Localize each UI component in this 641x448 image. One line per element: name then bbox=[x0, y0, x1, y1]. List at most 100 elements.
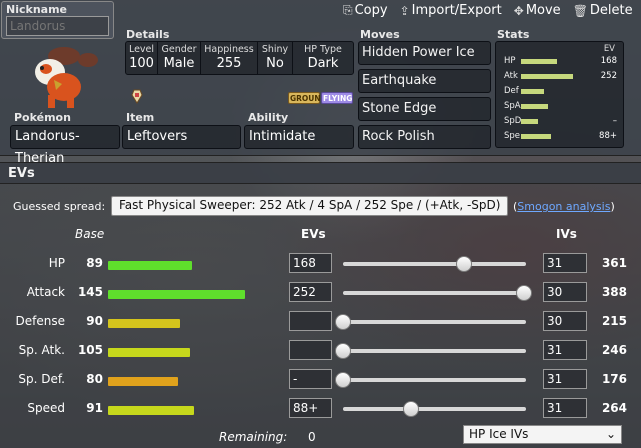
stat-ev-input[interactable] bbox=[289, 340, 332, 360]
stat-summary-ev: 252 bbox=[600, 71, 617, 81]
moves-heading: Moves bbox=[360, 28, 400, 41]
slider-handle[interactable] bbox=[335, 372, 351, 388]
happiness-cell: Happiness 255 bbox=[201, 42, 258, 74]
move-slot-1[interactable]: Hidden Power Ice bbox=[358, 41, 491, 65]
stat-base-value: 145 bbox=[77, 285, 103, 299]
stat-base-bar bbox=[108, 377, 178, 386]
stat-summary-name: Spe bbox=[504, 131, 521, 141]
slider-handle[interactable] bbox=[402, 401, 419, 417]
stat-base-value: 80 bbox=[86, 372, 103, 386]
stat-iv-input[interactable]: 30 bbox=[543, 311, 587, 331]
ability-label: Ability bbox=[248, 111, 289, 124]
stat-summary-bar bbox=[521, 134, 551, 139]
stat-total: 264 bbox=[601, 401, 627, 415]
stat-ev-slider[interactable] bbox=[343, 285, 533, 301]
stat-summary-bar bbox=[521, 104, 548, 109]
import-export-button[interactable]: ⇪ Import/Export bbox=[400, 3, 502, 18]
stat-summary-name: SpA bbox=[504, 101, 521, 111]
ability-field[interactable]: Intimidate bbox=[244, 125, 354, 149]
item-label: Item bbox=[126, 111, 155, 124]
stat-name: Speed bbox=[27, 401, 65, 415]
happiness-value: 255 bbox=[216, 56, 242, 71]
stat-summary-ev: 168 bbox=[600, 56, 617, 66]
stat-total: 361 bbox=[601, 256, 627, 270]
stat-summary-bar bbox=[521, 119, 539, 124]
move-button[interactable]: ✥ Move bbox=[514, 3, 561, 18]
stat-ev-slider[interactable] bbox=[343, 256, 526, 272]
stat-iv-input[interactable]: 31 bbox=[543, 398, 587, 418]
guessed-spread-dropdown[interactable]: Fast Physical Sweeper: 252 Atk / 4 SpA /… bbox=[111, 196, 508, 216]
stat-summary-row: SpD – bbox=[496, 116, 625, 127]
stat-ev-input[interactable]: 168 bbox=[289, 253, 332, 273]
stat-summary-name: HP bbox=[504, 56, 516, 66]
smogon-analysis-link[interactable]: Smogon analysis bbox=[517, 200, 610, 213]
stat-ev-slider[interactable] bbox=[343, 401, 526, 417]
stat-summary-name: Def bbox=[504, 86, 519, 96]
stat-ev-input[interactable] bbox=[289, 311, 332, 331]
stat-ev-slider[interactable] bbox=[335, 372, 526, 388]
pokemon-field[interactable]: Landorus-Therian bbox=[10, 125, 120, 166]
stat-iv-input[interactable]: 31 bbox=[543, 253, 587, 273]
stat-iv-input[interactable]: 30 bbox=[543, 282, 587, 302]
stat-summary-ev: 88+ bbox=[599, 131, 617, 141]
stat-ev-slider[interactable] bbox=[335, 314, 526, 330]
set-toolbar: ⎘ Copy ⇪ Import/Export ✥ Move 🗑 Delete bbox=[343, 3, 633, 18]
stat-summary-bar bbox=[521, 74, 574, 79]
nickname-box: Nickname bbox=[1, 1, 114, 39]
item-field[interactable]: Leftovers bbox=[122, 125, 241, 149]
stat-base-value: 90 bbox=[86, 314, 103, 328]
slider-handle[interactable] bbox=[335, 314, 351, 330]
stat-base-value: 89 bbox=[86, 256, 103, 270]
base-column-heading: Base bbox=[75, 227, 105, 241]
stat-ev-slider[interactable] bbox=[335, 343, 526, 359]
stat-base-bar bbox=[108, 319, 180, 328]
evs-editor: Guessed spread: Fast Physical Sweeper: 2… bbox=[0, 184, 641, 448]
ivs-column-heading: IVs bbox=[556, 227, 577, 241]
stat-iv-input[interactable]: 31 bbox=[543, 340, 587, 360]
delete-button[interactable]: 🗑 Delete bbox=[573, 3, 633, 18]
stat-base-value: 91 bbox=[86, 401, 103, 415]
stat-base-bar bbox=[108, 261, 192, 270]
move-slot-2[interactable]: Earthquake bbox=[358, 69, 491, 93]
pokemon-label: Pokémon bbox=[14, 111, 71, 124]
nickname-label: Nickname bbox=[6, 3, 67, 16]
stat-ev-input[interactable]: - bbox=[289, 369, 332, 389]
slider-handle[interactable] bbox=[516, 285, 533, 301]
stat-row: Attack 145 252 30 388 bbox=[0, 279, 641, 307]
move-slot-4[interactable]: Rock Polish bbox=[358, 125, 491, 149]
guessed-spread-label: Guessed spread: bbox=[13, 200, 106, 213]
stat-summary-row: SpA bbox=[496, 101, 625, 112]
upload-icon: ⇪ bbox=[399, 3, 410, 18]
stat-name: Sp. Def. bbox=[18, 372, 65, 386]
stat-total: 246 bbox=[601, 343, 627, 357]
slider-handle[interactable] bbox=[335, 343, 351, 359]
stat-ev-input[interactable]: 252 bbox=[289, 282, 332, 302]
type-flying-badge: FLYING bbox=[321, 92, 353, 104]
gender-value: Male bbox=[163, 56, 195, 71]
type-ground-badge: GROUND bbox=[288, 92, 327, 104]
stat-summary-row: Atk 252 bbox=[496, 71, 625, 82]
stat-iv-input[interactable]: 31 bbox=[543, 369, 587, 389]
stat-ev-input[interactable]: 88+ bbox=[289, 398, 332, 418]
slider-handle[interactable] bbox=[455, 256, 472, 272]
remaining-label: Remaining: bbox=[219, 430, 288, 444]
trash-icon: 🗑 bbox=[572, 3, 588, 18]
nickname-input[interactable] bbox=[6, 16, 109, 36]
details-box[interactable]: Level 100 Gender Male Happiness 255 Shin… bbox=[125, 41, 354, 75]
shiny-cell: Shiny No bbox=[258, 42, 293, 74]
stat-base-bar bbox=[108, 290, 245, 299]
move-slot-3[interactable]: Stone Edge bbox=[358, 97, 491, 121]
copy-button[interactable]: ⎘ Copy bbox=[343, 3, 388, 18]
level-value: 100 bbox=[129, 56, 154, 71]
chevron-down-icon: ⌄ bbox=[605, 427, 616, 441]
stat-row: Defense 90 30 215 bbox=[0, 308, 641, 336]
stat-total: 388 bbox=[601, 285, 627, 299]
stats-summary-box[interactable]: EV HP 168 Atk 252 Def SpA SpD – Spe 88+ bbox=[495, 41, 624, 148]
hp-type-value: Dark bbox=[307, 56, 339, 71]
evs-column-heading: EVs bbox=[301, 227, 326, 241]
stat-base-bar bbox=[108, 406, 195, 415]
hidden-power-ivs-select[interactable]: HP Ice IVs ⌄ bbox=[463, 425, 622, 444]
pokemon-sprite[interactable] bbox=[20, 42, 100, 112]
stat-name: Defense bbox=[15, 314, 65, 328]
smogon-analysis: (Smogon analysis) bbox=[513, 200, 615, 213]
